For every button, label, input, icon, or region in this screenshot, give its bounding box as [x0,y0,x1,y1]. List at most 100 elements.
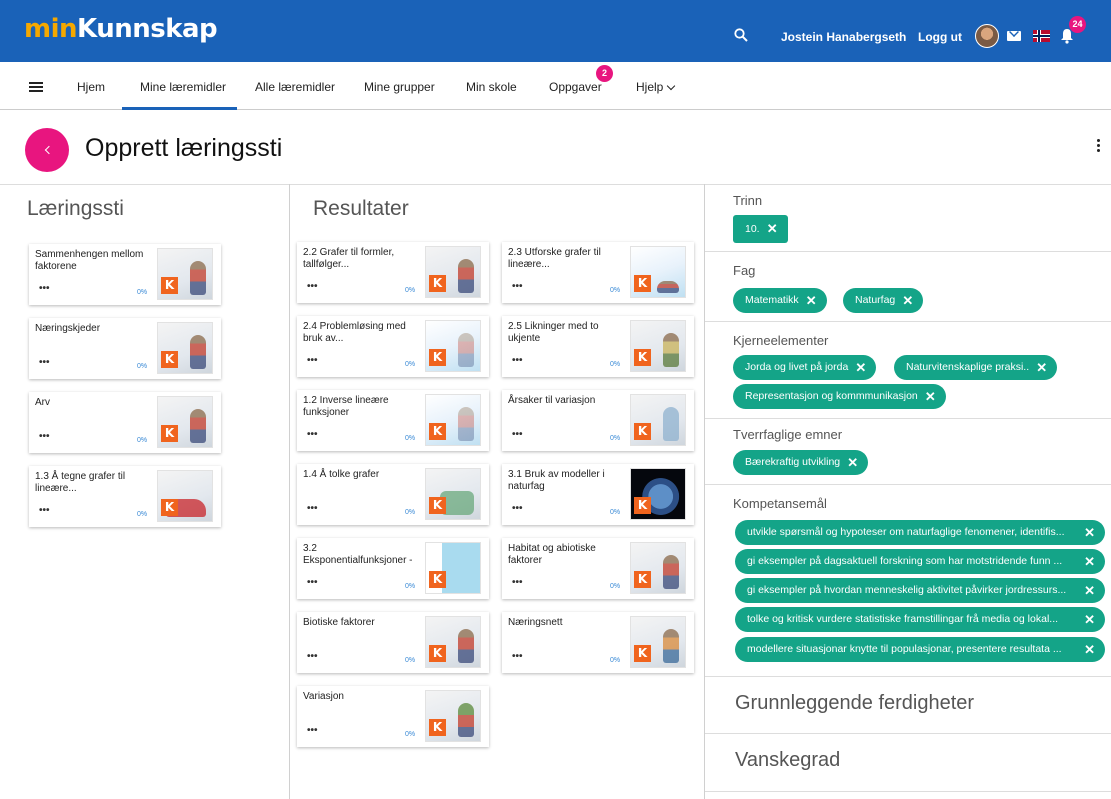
result-card[interactable]: 2.5 Likninger med to ukjente ••• 0% K [502,316,694,377]
result-card[interactable]: Variasjon ••• 0% K [297,686,489,747]
card-thumbnail: K [157,396,213,448]
chip-label: Matematikk [745,294,799,306]
filter-chip[interactable]: gi eksempler på hvordan menneskelig akti… [735,578,1105,603]
filter-chip[interactable]: utvikle spørsmål og hypoteser om naturfa… [735,520,1105,545]
result-card[interactable]: Biotiske faktorer ••• 0% K [297,612,489,673]
card-menu-icon[interactable]: ••• [39,357,50,368]
card-thumbnail: K [630,542,686,594]
card-menu-icon[interactable]: ••• [39,505,50,516]
nav-item-tasks[interactable]: Oppgaver [549,80,602,94]
nav-item-my-school[interactable]: Min skole [466,80,517,94]
card-title: 3.2 Eksponentialfunksjoner - [303,543,413,566]
filter-chip[interactable]: modellere situasjonar knytte til populas… [735,637,1105,662]
result-card[interactable]: 2.4 Problemløsing med bruk av... ••• 0% … [297,316,489,377]
more-options-icon[interactable] [1097,139,1100,153]
card-menu-icon[interactable]: ••• [307,577,318,588]
filter-chip[interactable]: Naturfag ✕ [843,288,924,313]
card-thumbnail: K [425,246,481,298]
k-logo-icon: K [429,497,446,514]
close-icon[interactable]: ✕ [767,215,778,243]
card-menu-icon[interactable]: ••• [307,503,318,514]
search-icon[interactable] [734,28,748,42]
result-card[interactable]: Årsaker til variasjon ••• 0% K [502,390,694,451]
filter-chip[interactable]: tolke og kritisk vurdere statistiske fra… [735,607,1105,632]
card-menu-icon[interactable]: ••• [39,283,50,294]
filter-divider [705,791,1111,792]
notification-badge: 24 [1069,16,1086,33]
result-card[interactable]: 1.4 Å tolke grafer ••• 0% K [297,464,489,525]
close-icon[interactable]: ✕ [806,288,817,313]
card-menu-icon[interactable]: ••• [39,431,50,442]
close-icon[interactable]: ✕ [1084,549,1095,574]
learning-path-card[interactable]: Arv ••• 0% K [29,392,221,453]
filter-chip[interactable]: Naturvitenskaplige praksi.. ✕ [894,355,1058,380]
filter-section-difficulty[interactable]: Vanskegrad [735,749,840,772]
filter-section-basic-skills[interactable]: Grunnleggende ferdigheter [735,692,974,715]
learning-path-card[interactable]: 1.3 Å tegne grafer til lineære... ••• 0%… [29,466,221,527]
chip-label: Bærekraftig utvikling [745,456,841,468]
close-icon[interactable]: ✕ [1084,520,1095,545]
chip-label: 10. [745,223,760,235]
logout-link[interactable]: Logg ut [918,30,962,44]
nav-item-my-materials[interactable]: Mine læremidler [140,80,226,94]
avatar[interactable] [975,24,999,48]
back-button[interactable] [25,128,69,172]
filter-chip[interactable]: Representasjon og kommmunikasjon ✕ [733,384,946,409]
card-title: Variasjon [303,691,344,702]
user-name[interactable]: Jostein Hanabergseth [781,30,906,44]
card-thumbnail: K [630,394,686,446]
card-menu-icon[interactable]: ••• [512,577,523,588]
close-icon[interactable]: ✕ [1084,637,1095,662]
result-card[interactable]: 2.2 Grafer til formler, tallfølger... ••… [297,242,489,303]
card-thumbnail: K [425,690,481,742]
mail-icon[interactable] [1007,31,1021,41]
close-icon[interactable]: ✕ [847,450,858,475]
card-menu-icon[interactable]: ••• [512,281,523,292]
card-progress: 0% [405,583,416,590]
nav-item-home[interactable]: Hjem [77,80,105,94]
close-icon[interactable]: ✕ [925,384,936,409]
logo-part-kunnskap: Kunnskap [77,14,218,44]
card-menu-icon[interactable]: ••• [512,651,523,662]
close-icon[interactable]: ✕ [1084,578,1095,603]
card-menu-icon[interactable]: ••• [512,355,523,366]
card-menu-icon[interactable]: ••• [307,281,318,292]
card-menu-icon[interactable]: ••• [307,355,318,366]
card-menu-icon[interactable]: ••• [307,725,318,736]
filter-chip[interactable]: Bærekraftig utvikling ✕ [733,450,869,475]
card-title: 2.4 Problemløsing med bruk av... [303,321,406,344]
result-card[interactable]: 2.3 Utforske grafer til lineære... ••• 0… [502,242,694,303]
close-icon[interactable]: ✕ [1036,355,1047,380]
result-card[interactable]: 3.1 Bruk av modeller i naturfag ••• 0% K [502,464,694,525]
menu-icon[interactable] [29,82,43,92]
logo-part-min: min [24,14,78,44]
filter-chip[interactable]: gi eksempler på dagsaktuell forskning so… [735,549,1105,574]
nav-item-help[interactable]: Hjelp [636,80,663,94]
card-menu-icon[interactable]: ••• [307,429,318,440]
nav-item-all-materials[interactable]: Alle læremidler [255,80,335,94]
nav-item-my-groups[interactable]: Mine grupper [364,80,435,94]
logo[interactable]: minKunnskap [24,14,218,44]
card-menu-icon[interactable]: ••• [512,503,523,514]
result-card[interactable]: 3.2 Eksponentialfunksjoner - ••• 0% K [297,538,489,599]
card-progress: 0% [405,731,416,738]
card-title: Årsaker til variasjon [508,395,596,406]
tasks-badge: 2 [596,65,613,82]
close-icon[interactable]: ✕ [902,288,913,313]
chevron-down-icon[interactable] [666,81,676,91]
card-thumbnail: K [425,616,481,668]
result-card[interactable]: Næringsnett ••• 0% K [502,612,694,673]
filter-chip[interactable]: 10. ✕ [733,215,788,243]
close-icon[interactable]: ✕ [1084,607,1095,632]
close-icon[interactable]: ✕ [855,355,866,380]
result-card[interactable]: 1.2 Inverse lineære funksjoner ••• 0% K [297,390,489,451]
filter-label-core-elements: Kjerneelementer [733,333,829,348]
learning-path-card[interactable]: Sammenhengen mellom faktorene ••• 0% K [29,244,221,305]
card-menu-icon[interactable]: ••• [307,651,318,662]
learning-path-card[interactable]: Næringskjeder ••• 0% K [29,318,221,379]
card-title: Næringskjeder [35,323,101,334]
result-card[interactable]: Habitat og abiotiske faktorer ••• 0% K [502,538,694,599]
card-menu-icon[interactable]: ••• [512,429,523,440]
filter-chip[interactable]: Matematikk ✕ [733,288,827,313]
filter-chip[interactable]: Jorda og livet på jorda ✕ [733,355,877,380]
